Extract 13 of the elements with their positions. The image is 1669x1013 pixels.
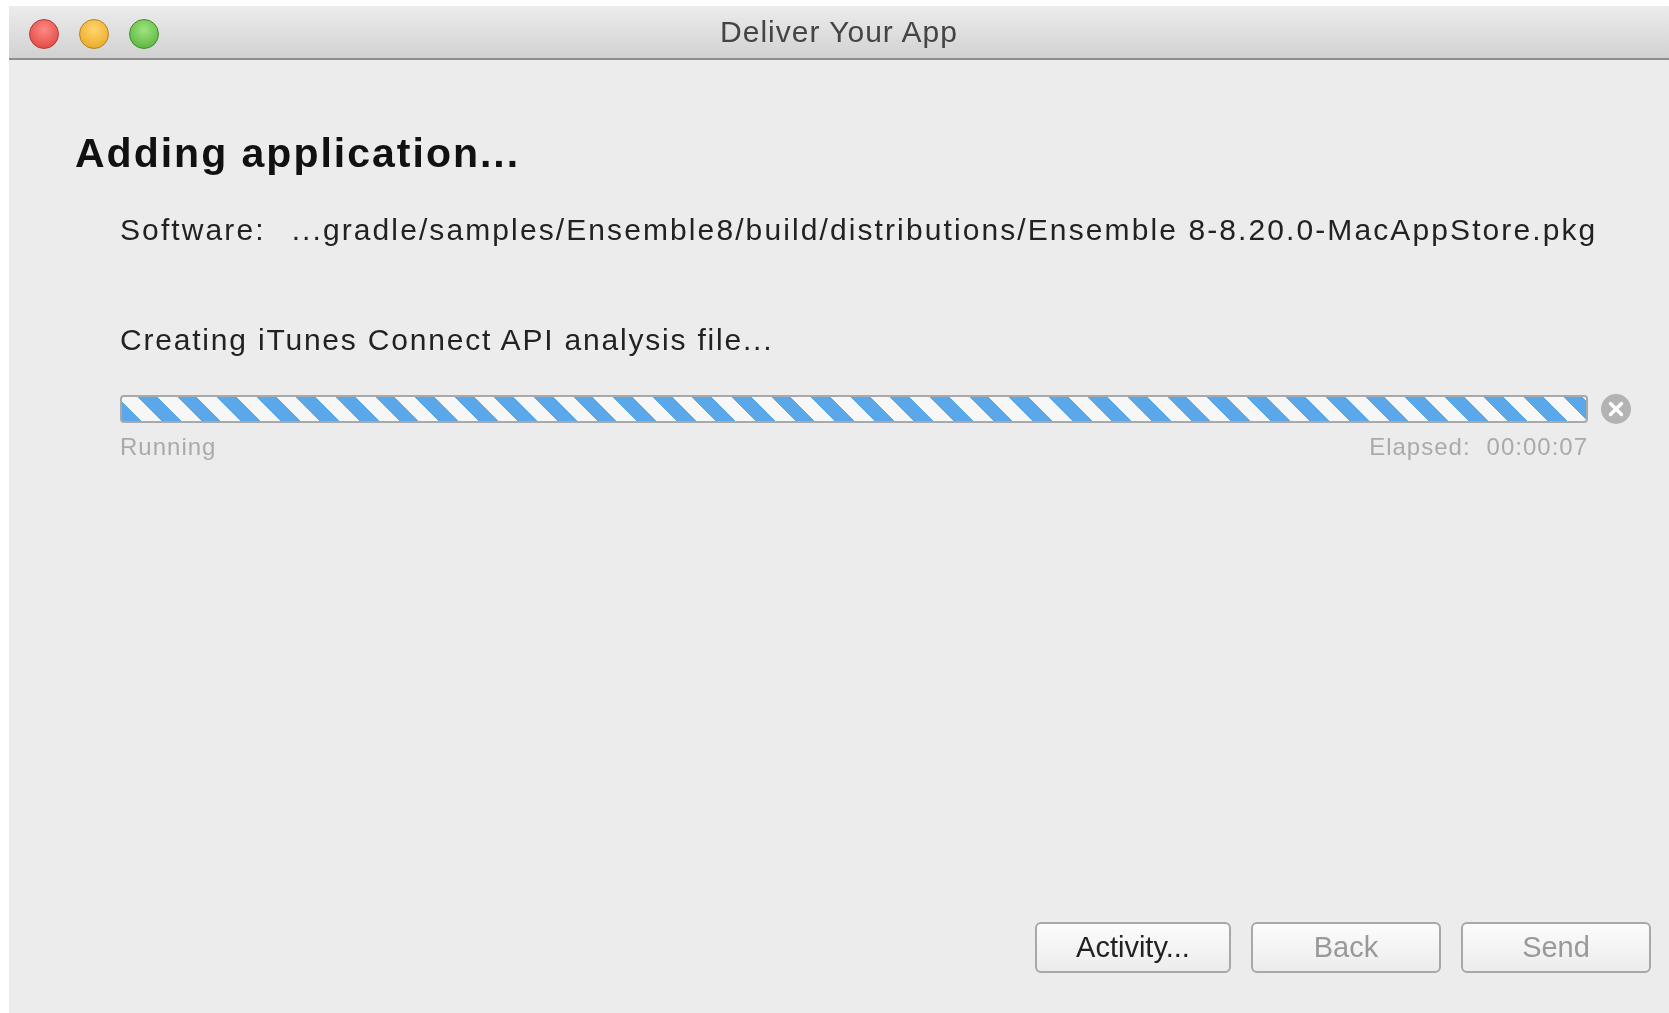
close-window-icon[interactable]	[29, 19, 59, 49]
task-status: Creating iTunes Connect API analysis file...	[120, 323, 775, 357]
software-label: Software:	[120, 213, 266, 247]
elapsed-time: 00:00:07	[1486, 433, 1588, 461]
running-status: Running	[120, 433, 217, 461]
zoom-window-icon[interactable]	[129, 19, 159, 49]
minimize-window-icon[interactable]	[79, 19, 109, 49]
window-title: Deliver Your App	[720, 15, 958, 49]
cancel-icon[interactable]	[1600, 393, 1632, 425]
heading: Adding application...	[75, 130, 522, 177]
software-path: ...gradle/samples/Ensemble8/build/distributions/Ensemble 8-8.20.0-MacAppStore.pkg	[291, 213, 1598, 247]
dialog-button[interactable]: Activity...	[1035, 922, 1231, 973]
elapsed-label: Elapsed:	[1369, 433, 1471, 461]
